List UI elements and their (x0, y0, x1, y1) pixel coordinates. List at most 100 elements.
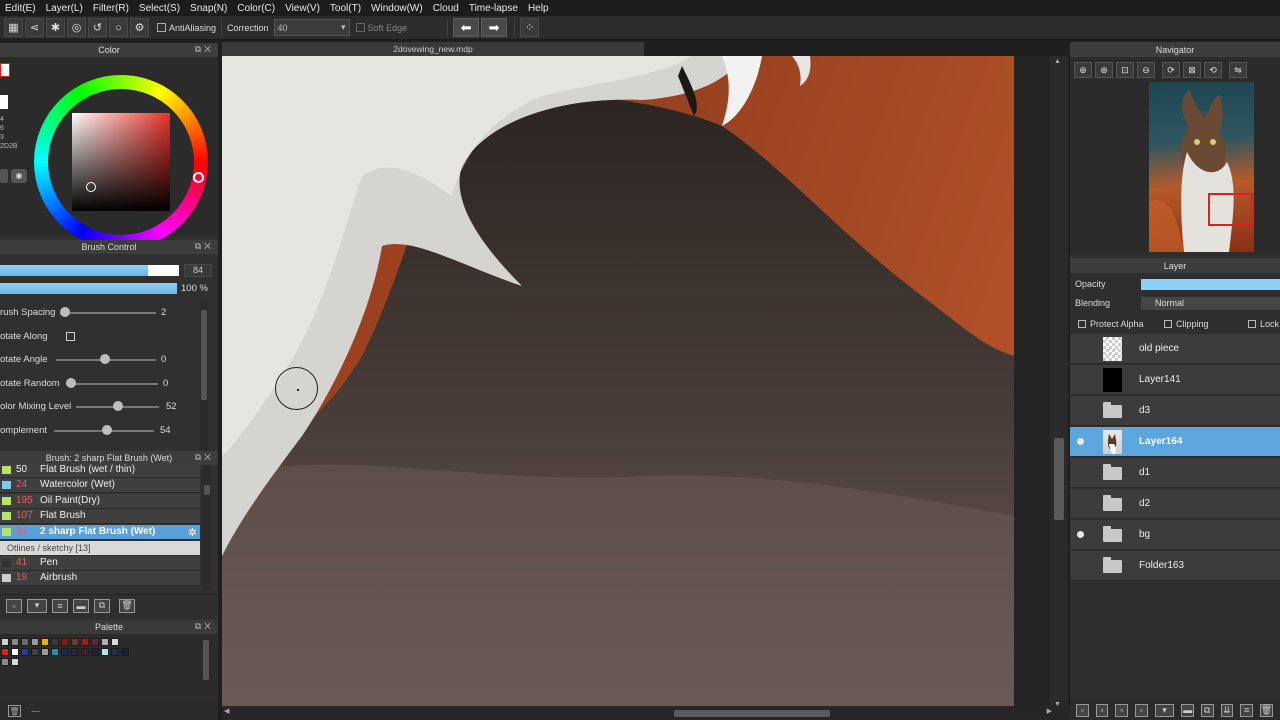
rotate-random-knob[interactable] (66, 378, 76, 388)
scroll-thumb[interactable] (204, 485, 210, 495)
palette-swatch[interactable] (101, 648, 109, 656)
layer-row[interactable]: Folder163 (1070, 551, 1280, 581)
lock-checkbox[interactable] (1248, 320, 1256, 328)
palette-swatch[interactable] (121, 648, 129, 656)
layer-opacity-bar[interactable] (1141, 279, 1280, 290)
palette-swatch[interactable] (1, 658, 9, 666)
scroll-right-icon[interactable]: ▶ (1047, 707, 1052, 715)
deselect-icon[interactable]: ⁘ (520, 18, 540, 37)
brush-item[interactable]: 50 Flat Brush (wet / thin) (0, 463, 200, 478)
grid-icon[interactable]: ▦ (4, 18, 23, 37)
palette-swatch[interactable] (91, 638, 99, 646)
scroll-up-icon[interactable]: ▲ (1054, 58, 1061, 65)
panel-window-icons[interactable]: ⧉✕ (195, 452, 214, 463)
undo-icon[interactable]: ⬅ (453, 18, 480, 37)
new-layer-icon[interactable]: ▫ (1076, 703, 1089, 717)
menu-color[interactable]: Color(C) (232, 3, 280, 14)
clipping-checkbox[interactable] (1164, 320, 1172, 328)
brush-opacity-bar[interactable] (0, 283, 177, 294)
canvas-vertical-scrollbar[interactable]: ▲ ▼ (1050, 56, 1068, 710)
folder-icon[interactable]: ▬ (73, 598, 89, 613)
new-brush-icon[interactable]: ▫ (6, 598, 22, 613)
palette-swatch[interactable] (61, 638, 69, 646)
snap-settings-icon[interactable]: ⚙ (130, 18, 149, 37)
brush-settings-icon[interactable]: ≡ (52, 598, 68, 613)
palette-swatch[interactable] (1, 648, 9, 656)
perspective-icon[interactable]: ⋖ (25, 18, 44, 37)
navigator-thumbnail[interactable] (1149, 82, 1254, 252)
menu-layer[interactable]: Layer(L) (41, 3, 88, 14)
brush-menu-icon[interactable]: ▾ (27, 598, 47, 613)
circle-icon[interactable]: ○ (109, 18, 128, 37)
saturation-value-square[interactable] (72, 113, 170, 211)
palette-swatch[interactable] (31, 648, 39, 656)
duplicate-icon[interactable]: ⧉ (94, 598, 110, 613)
navigator-viewport-rect[interactable] (1208, 193, 1253, 226)
color-mix-icon[interactable]: ◉ (11, 169, 27, 183)
gear-icon[interactable]: ✲ (188, 526, 197, 539)
drawing-canvas[interactable] (222, 56, 1014, 706)
brush-item[interactable]: 41 Pen (0, 556, 200, 571)
menu-view[interactable]: View(V) (280, 3, 325, 14)
color-mixing-knob[interactable] (113, 401, 123, 411)
menu-cloud[interactable]: Cloud (428, 3, 464, 14)
protect-alpha-checkbox[interactable] (1078, 320, 1086, 328)
sv-cursor[interactable] (86, 182, 96, 192)
redo-icon[interactable]: ➡ (481, 18, 508, 37)
menu-filter[interactable]: Filter(R) (88, 3, 134, 14)
palette-swatch[interactable] (41, 638, 49, 646)
palette-swatch[interactable] (71, 638, 79, 646)
scroll-thumb[interactable] (201, 310, 207, 400)
palette-swatch[interactable] (21, 648, 29, 656)
soft-edge-checkbox[interactable] (355, 23, 365, 32)
layer-row-selected[interactable]: Layer164 (1070, 427, 1280, 457)
layer-row[interactable]: d2 (1070, 489, 1280, 519)
merge-down-icon[interactable]: ⇊ (1220, 703, 1234, 717)
palette-swatch[interactable] (31, 638, 39, 646)
trash-icon[interactable]: 🗑 (8, 705, 21, 717)
layer-menu-icon[interactable]: ≡ (1240, 703, 1253, 717)
blending-select[interactable]: Normal (1141, 297, 1280, 310)
brush-item[interactable]: 24 Watercolor (Wet) (0, 478, 200, 493)
canvas-vscroll-thumb[interactable] (1054, 438, 1064, 520)
curve-icon[interactable]: ↺ (88, 18, 107, 37)
flip-icon[interactable]: ⇋ (1229, 62, 1247, 78)
palette-scrollbar[interactable] (202, 638, 210, 690)
duplicate-layer-icon[interactable]: ⧉ (1200, 703, 1214, 717)
radial-icon[interactable]: ✱ (46, 18, 65, 37)
zoom-icon[interactable]: ⊕ (1074, 62, 1092, 78)
palette-swatch[interactable] (1, 638, 9, 646)
menu-window[interactable]: Window(W) (366, 3, 428, 14)
scroll-left-icon[interactable]: ◀ (224, 707, 229, 715)
delete-layer-icon[interactable]: 🗑 (1259, 703, 1273, 717)
rotate-reset-icon[interactable]: ⟲ (1204, 62, 1222, 78)
palette-swatch[interactable] (51, 648, 59, 656)
palette-swatch[interactable] (101, 638, 109, 646)
panel-window-icons[interactable]: ⧉✕ (195, 241, 214, 252)
palette-swatch[interactable] (111, 648, 119, 656)
canvas-document-tab[interactable]: 2dovewing_new.mdp (222, 42, 644, 56)
palette-swatch[interactable] (61, 648, 69, 656)
new-halftone-layer-icon[interactable]: ▫ (1135, 703, 1148, 717)
brush-group-header[interactable]: Otlines / sketchy [13] (0, 541, 200, 555)
palette-swatch[interactable] (81, 648, 89, 656)
menu-tool[interactable]: Tool(T) (325, 3, 366, 14)
complement-knob[interactable] (102, 425, 112, 435)
layer-row[interactable]: d3 (1070, 396, 1280, 426)
menu-help[interactable]: Help (523, 3, 554, 14)
hue-wheel[interactable] (34, 75, 208, 249)
canvas-horizontal-scrollbar[interactable]: ◀ ▶ (222, 706, 1070, 720)
panel-window-icons[interactable]: ⧉✕ (195, 44, 214, 55)
palette-swatch[interactable] (11, 648, 19, 656)
brush-item[interactable]: 19 Airbrush (0, 571, 200, 586)
palette-swatch[interactable] (111, 638, 119, 646)
menu-time-lapse[interactable]: Time-lapse (464, 3, 523, 14)
brush-size-bar-rest[interactable] (148, 265, 179, 276)
zoom-in-icon[interactable]: ⊕ (1095, 62, 1113, 78)
concentric-icon[interactable]: ◎ (67, 18, 86, 37)
palette-swatch[interactable] (91, 648, 99, 656)
panel-window-icons[interactable]: ⧉✕ (195, 621, 214, 632)
brush-spacing-knob[interactable] (60, 307, 70, 317)
new-8bit-layer-icon[interactable]: ▫ (1095, 703, 1109, 717)
rotate-along-checkbox[interactable] (66, 332, 75, 341)
